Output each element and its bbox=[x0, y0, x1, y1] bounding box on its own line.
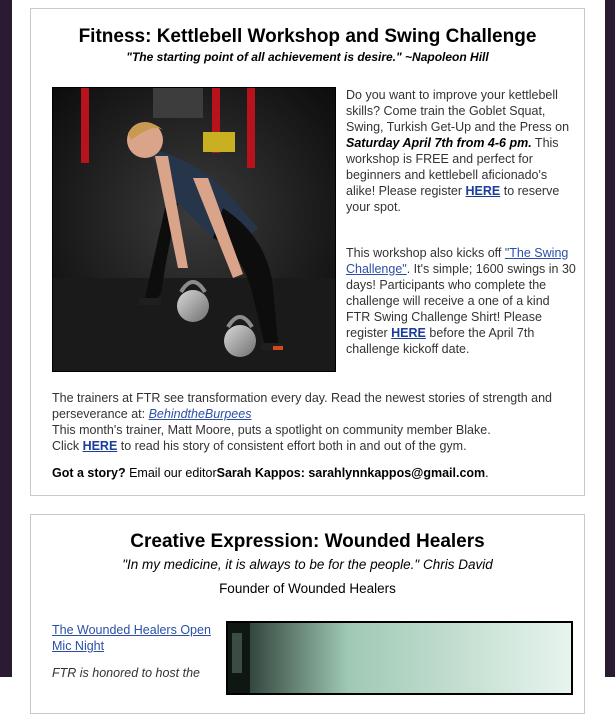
founder-caption: Founder of Wounded Healers bbox=[219, 581, 396, 596]
register-challenge-link[interactable]: HERE bbox=[391, 326, 426, 340]
trainer-spotlight-text: This month's trainer, Matt Moore, puts a… bbox=[52, 423, 491, 437]
workshop-description: Do you want to improve your kettlebell s… bbox=[346, 87, 576, 215]
burpees-text-a: The trainers at FTR see transformation e… bbox=[52, 391, 553, 421]
window-frame-right bbox=[605, 0, 615, 677]
fitness-title: Fitness: Kettlebell Workshop and Swing C… bbox=[78, 26, 537, 47]
story-label: Got a story? bbox=[52, 466, 126, 480]
story-end: . bbox=[485, 466, 489, 480]
honored-text: FTR is honored to host the bbox=[52, 666, 200, 680]
burpees-paragraph: The trainers at FTR see transformation e… bbox=[52, 390, 582, 454]
swing-challenge-description: This workshop also kicks off "The Swing … bbox=[346, 245, 576, 357]
wounded-healers-photo-illustration bbox=[228, 623, 571, 693]
window-frame-left bbox=[0, 0, 12, 677]
challenge-text-a: This workshop also kicks off bbox=[346, 246, 505, 260]
creative-title: Creative Expression: Wounded Healers bbox=[130, 531, 485, 552]
behind-the-burpees-link[interactable]: BehindtheBurpees bbox=[149, 407, 252, 421]
editor-name: Sarah Kappos bbox=[216, 466, 301, 480]
creative-quote: "In my medicine, it is always to be for … bbox=[122, 557, 493, 572]
fitness-section: Fitness: Kettlebell Workshop and Swing C… bbox=[30, 8, 585, 496]
workshop-text-a: Do you want to improve your kettlebell s… bbox=[346, 88, 570, 134]
register-workshop-link[interactable]: HERE bbox=[466, 184, 501, 198]
kettlebell-photo bbox=[53, 88, 335, 371]
story-description-text: to read his story of consistent effort b… bbox=[117, 439, 467, 453]
story-contact: Got a story? Email our editorSarah Kappo… bbox=[52, 465, 582, 481]
kettlebell-photo-illustration bbox=[53, 88, 335, 371]
workshop-date: Saturday April 7th from 4-6 pm. bbox=[346, 136, 532, 150]
story-text: Email our editor bbox=[125, 466, 217, 480]
click-text: Click bbox=[52, 439, 83, 453]
wounded-healers-photo bbox=[226, 621, 573, 695]
open-mic-link[interactable]: The Wounded Healers Open Mic Night bbox=[52, 623, 211, 653]
fitness-quote: "The starting point of all achievement i… bbox=[126, 50, 489, 64]
creative-section: Creative Expression: Wounded Healers "In… bbox=[30, 514, 585, 714]
editor-email[interactable]: : sarahlynnkappos@gmail.com bbox=[301, 466, 485, 480]
blake-story-link[interactable]: HERE bbox=[83, 439, 118, 453]
open-mic-paragraph: The Wounded Healers Open Mic Night bbox=[52, 622, 232, 654]
